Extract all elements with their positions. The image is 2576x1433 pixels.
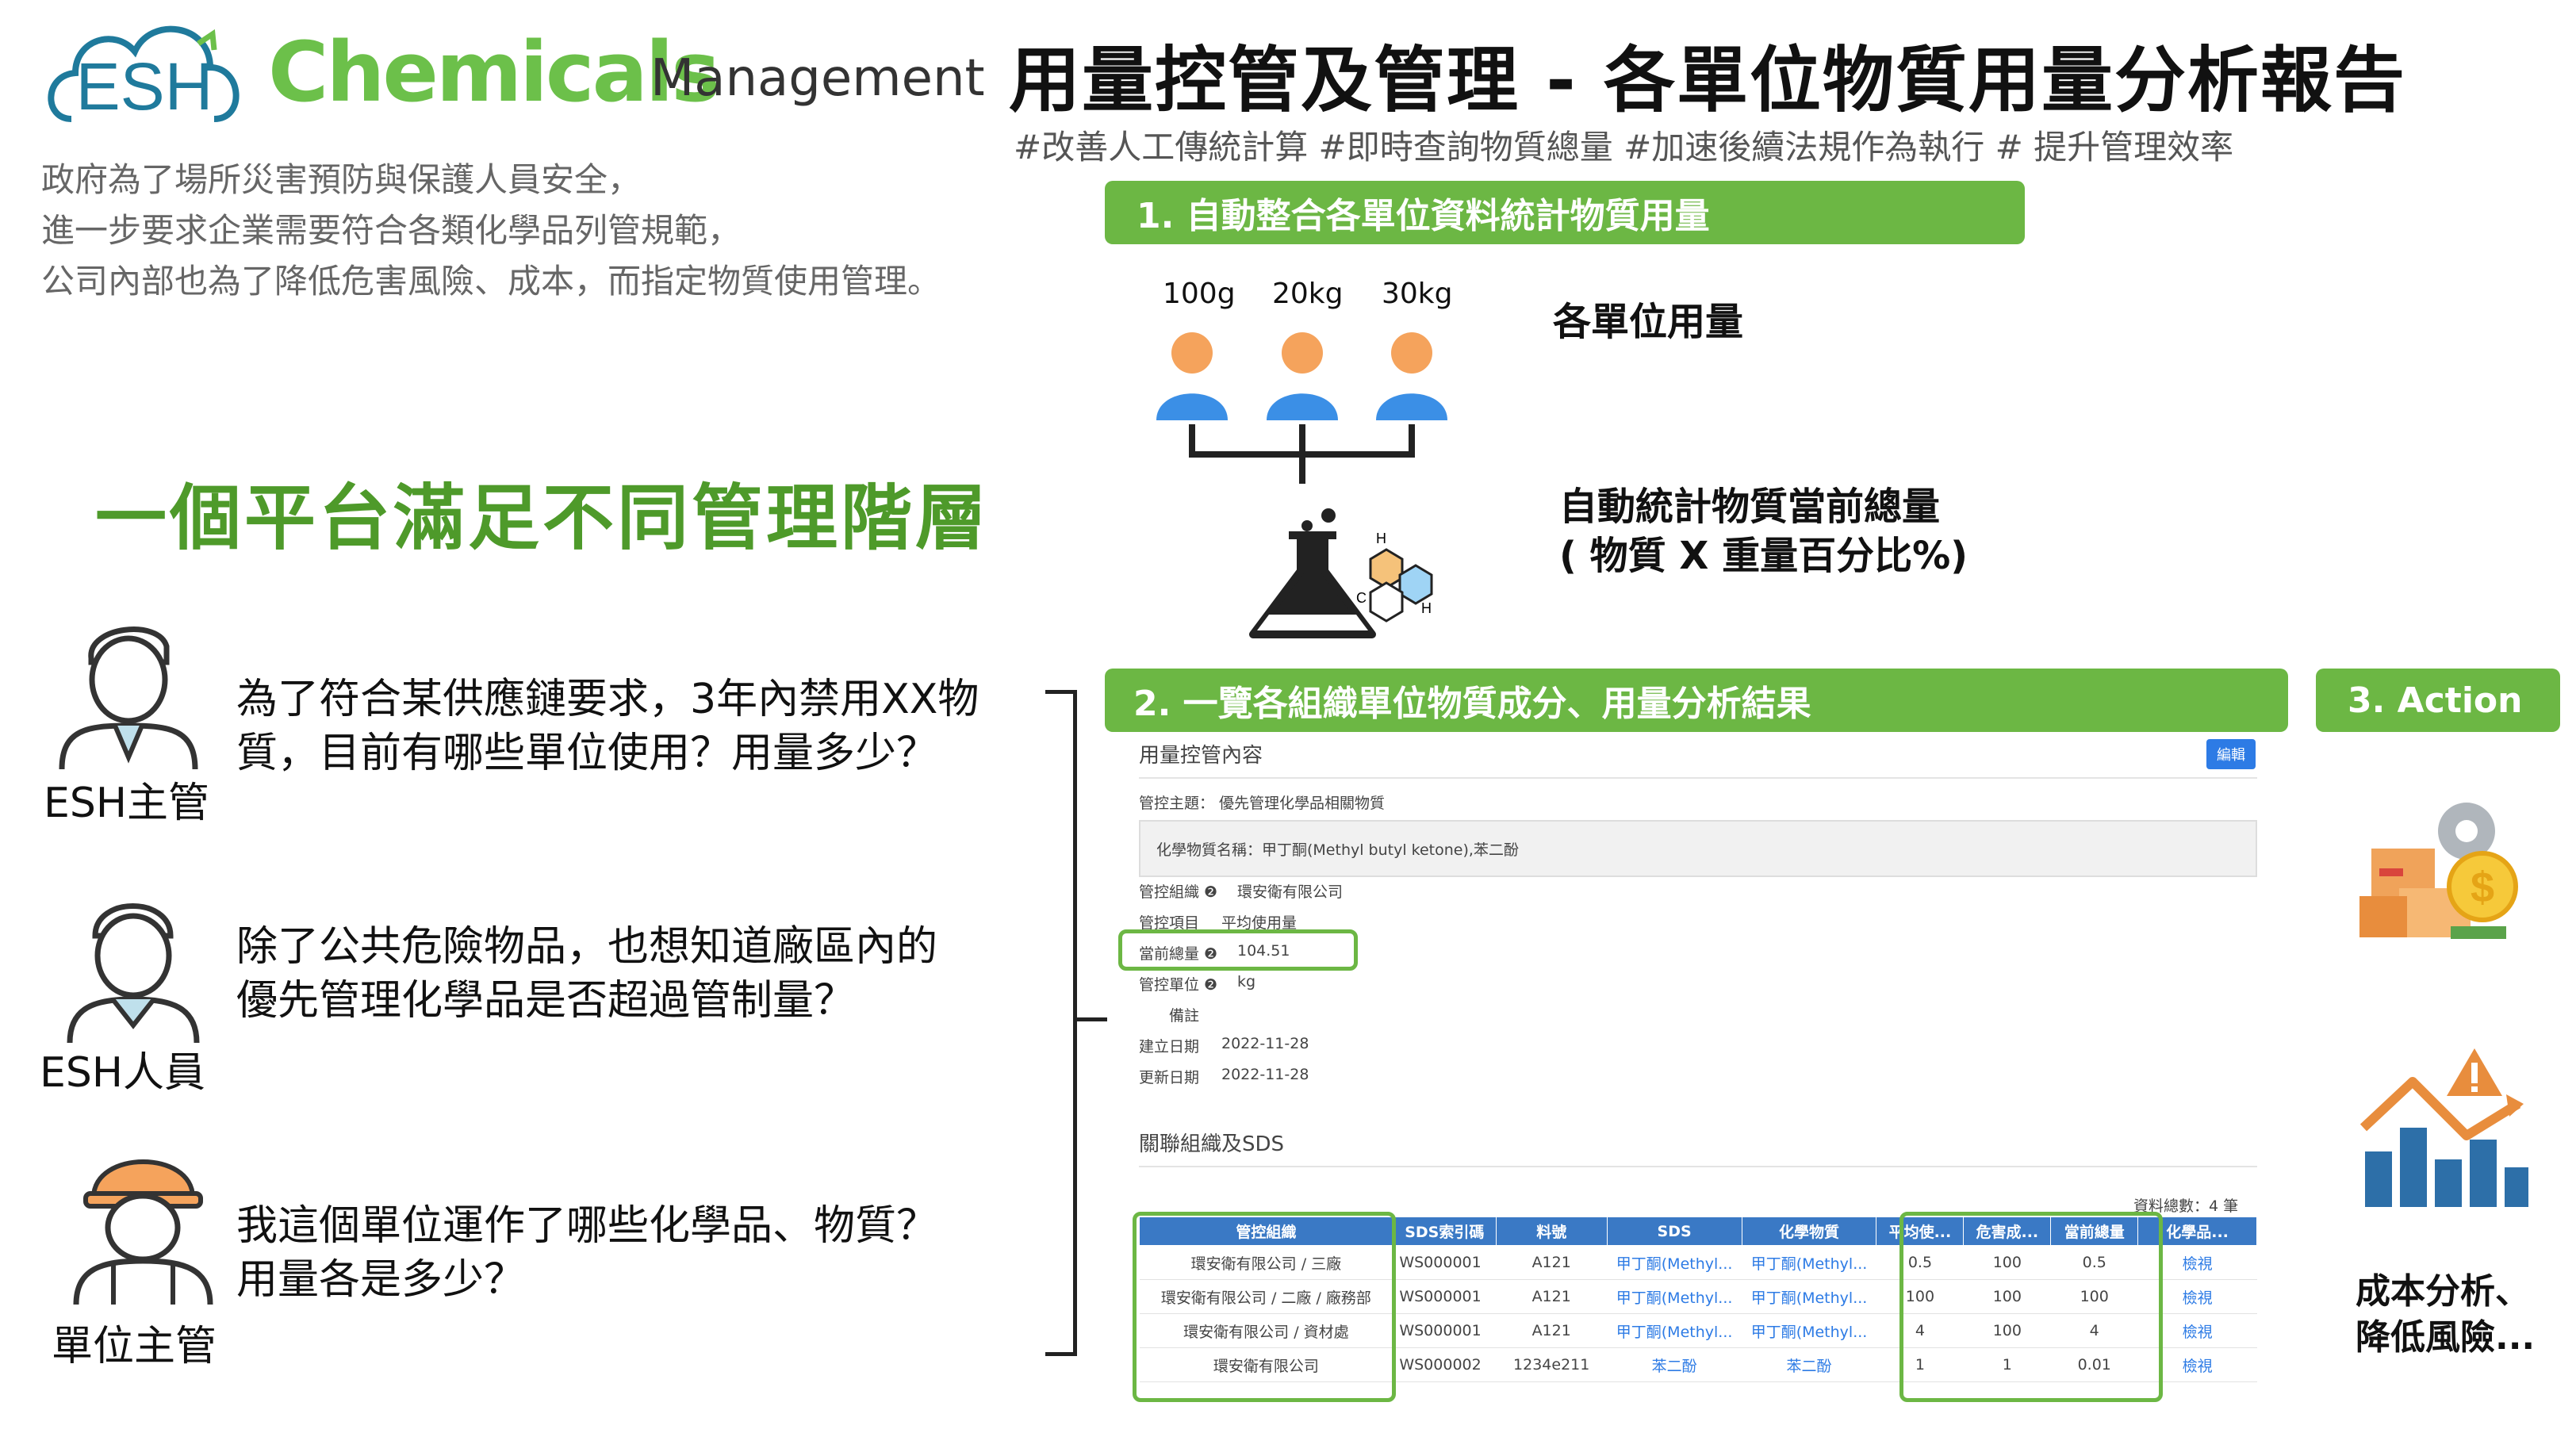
- intro-line: 進一步要求企業需要符合各類化學品列管規範，: [41, 211, 742, 250]
- control-subject: 管控主題： 優先管理化學品相關物質: [1139, 795, 1386, 812]
- logo-esh-text: ESH: [76, 49, 213, 124]
- intro-line: 政府為了場所災害預防與保護人員安全，: [41, 160, 642, 199]
- cell-sds-index: WS000001: [1393, 1313, 1497, 1348]
- unit-amount: 100g: [1163, 278, 1236, 310]
- page-title: 用量控管及管理 - 各單位物質用量分析報告: [1009, 39, 2407, 122]
- section-1-header: 1. 自動整合各單位資料統計物質用量: [1105, 181, 2025, 244]
- person-icon: [1156, 332, 1228, 420]
- person-icon: [1376, 332, 1447, 420]
- question-line: 用量各是多少？: [236, 1256, 526, 1304]
- role-question: 除了公共危險物品，也想知道廠區內的 優先管理化學品是否超過管制量？: [236, 920, 937, 1028]
- related-sds-title: 關聯組織及SDS: [1139, 1132, 1285, 1156]
- role-name: ESH主管: [44, 780, 209, 827]
- cell-sds-index: WS000002: [1393, 1347, 1497, 1382]
- unit-supervisor-hardhat-icon: [73, 1159, 213, 1305]
- svg-text:C: C: [1356, 590, 1367, 606]
- platform-headline: 一個平台滿足不同管理階層: [95, 477, 990, 560]
- cell-sds-link[interactable]: 苯二酚: [1607, 1347, 1742, 1382]
- usage-columns-highlight: [1899, 1212, 2163, 1402]
- intro-paragraph: 政府為了場所災害預防與保護人員安全， 進一步要求企業需要符合各類化學品列管規範，…: [41, 155, 941, 307]
- esh-staff-avatar-icon: [67, 903, 200, 1044]
- cost-line: 成本分析、: [2356, 1271, 2530, 1312]
- cell-chemical-link[interactable]: 甲丁酮(Methyl...: [1742, 1279, 1876, 1314]
- question-line: 我這個單位運作了哪些化學品、物質？: [236, 1202, 938, 1250]
- question-line: 為了符合某供應鏈要求，3年內禁用XX物: [236, 676, 979, 723]
- cell-chemical-link[interactable]: 苯二酚: [1742, 1347, 1876, 1382]
- svg-text:$: $: [2471, 864, 2494, 911]
- field-value: 環安衛有限公司: [1237, 883, 1344, 901]
- question-line: 優先管理化學品是否超過管制量？: [236, 977, 856, 1025]
- field-value: 2022-11-28: [1221, 1066, 1309, 1083]
- cell-sds-index: WS000001: [1393, 1279, 1497, 1314]
- cell-sds-link[interactable]: 甲丁酮(Methyl...: [1607, 1245, 1742, 1280]
- edit-button[interactable]: 編輯: [2206, 739, 2256, 769]
- bracket-connector: [1077, 1017, 1107, 1021]
- column-header[interactable]: SDS索引碼: [1392, 1217, 1497, 1246]
- cost-line: 降低風險...: [2356, 1317, 2536, 1358]
- esh-cloud-logo-icon: ESH: [48, 25, 240, 124]
- divider: [1139, 1166, 2257, 1167]
- cell-part-number: 1234e211: [1496, 1347, 1608, 1382]
- field-value: 2022-11-28: [1221, 1035, 1309, 1052]
- field-value: kg: [1237, 973, 1256, 990]
- svg-text:H: H: [1421, 600, 1432, 616]
- section-2-header: 2. 一覽各組織單位物質成分、用量分析結果: [1105, 669, 2288, 732]
- cell-part-number: A121: [1496, 1245, 1608, 1280]
- current-total-highlight: [1118, 929, 1358, 971]
- organization-column-highlight: [1133, 1212, 1396, 1402]
- esh-manager-avatar-icon: [59, 626, 198, 770]
- question-line: 質，目前有哪些單位使用？用量多少？: [236, 730, 938, 777]
- logo-management-text: Management: [650, 49, 985, 108]
- intro-line: 公司內部也為了降低危害風險、成本，而指定物質使用管理。: [41, 262, 941, 301]
- cell-chemical-link[interactable]: 甲丁酮(Methyl...: [1742, 1245, 1876, 1280]
- divider: [1139, 777, 2257, 779]
- cost-money-icon: $: [2359, 803, 2518, 939]
- unit-amount: 20kg: [1272, 278, 1344, 310]
- units-tree-diagram: [1156, 332, 1447, 484]
- panel-title: 用量控管內容: [1139, 744, 1263, 768]
- column-header[interactable]: 化學物質: [1741, 1217, 1877, 1246]
- question-line: 除了公共危險物品，也想知道廠區內的: [236, 923, 938, 971]
- svg-text:H: H: [1376, 531, 1386, 546]
- person-icon: [1267, 332, 1338, 420]
- total-label-line1: 自動統計物質當前總量: [1559, 485, 1941, 529]
- cell-sds-index: WS000001: [1393, 1245, 1497, 1280]
- column-header[interactable]: SDS: [1606, 1217, 1742, 1246]
- roles-bracket: [1045, 690, 1077, 1356]
- role-question: 我這個單位運作了哪些化學品、物質？ 用量各是多少？: [236, 1199, 937, 1307]
- cell-sds-link[interactable]: 甲丁酮(Methyl...: [1607, 1279, 1742, 1314]
- field-label: 管控單位 ❷: [1139, 976, 1218, 994]
- cell-part-number: A121: [1496, 1313, 1608, 1348]
- role-name: 單位主管: [52, 1323, 217, 1370]
- hashtags: #改善人工傳統計算 #即時查詢物質總量 #加速後續法規作為執行 # 提升管理效率: [1014, 128, 2234, 167]
- chemical-name-value: 化學物質名稱：甲丁酮(Methyl butyl ketone),苯二酚: [1156, 841, 1519, 859]
- chemical-name-field: 化學物質名稱：甲丁酮(Methyl butyl ketone),苯二酚: [1139, 820, 2257, 877]
- field-label: 管控組織 ❷: [1139, 883, 1218, 901]
- column-header[interactable]: 料號: [1495, 1217, 1608, 1246]
- flask-molecule-icon: H H C: [1249, 508, 1433, 638]
- cell-sds-link[interactable]: 甲丁酮(Methyl...: [1607, 1313, 1742, 1348]
- total-label-line2: ( 物質 X 重量百分比%): [1559, 534, 1968, 578]
- risk-chart-icon: [2359, 1048, 2528, 1207]
- field-label: 建立日期: [1139, 1038, 1200, 1056]
- cell-part-number: A121: [1496, 1279, 1608, 1314]
- unit-amount: 30kg: [1382, 278, 1453, 310]
- field-label: 備註: [1169, 1007, 1200, 1025]
- role-name: ESH人員: [40, 1049, 205, 1097]
- field-label: 更新日期: [1139, 1069, 1200, 1086]
- cell-chemical-link[interactable]: 甲丁酮(Methyl...: [1742, 1313, 1876, 1348]
- role-question: 為了符合某供應鏈要求，3年內禁用XX物 質，目前有哪些單位使用？用量多少？: [236, 672, 979, 780]
- section-3-header: 3. Action: [2316, 669, 2560, 732]
- unit-usage-label: 各單位用量: [1553, 300, 1744, 344]
- cost-analysis-text: 成本分析、 降低風險...: [2356, 1269, 2535, 1361]
